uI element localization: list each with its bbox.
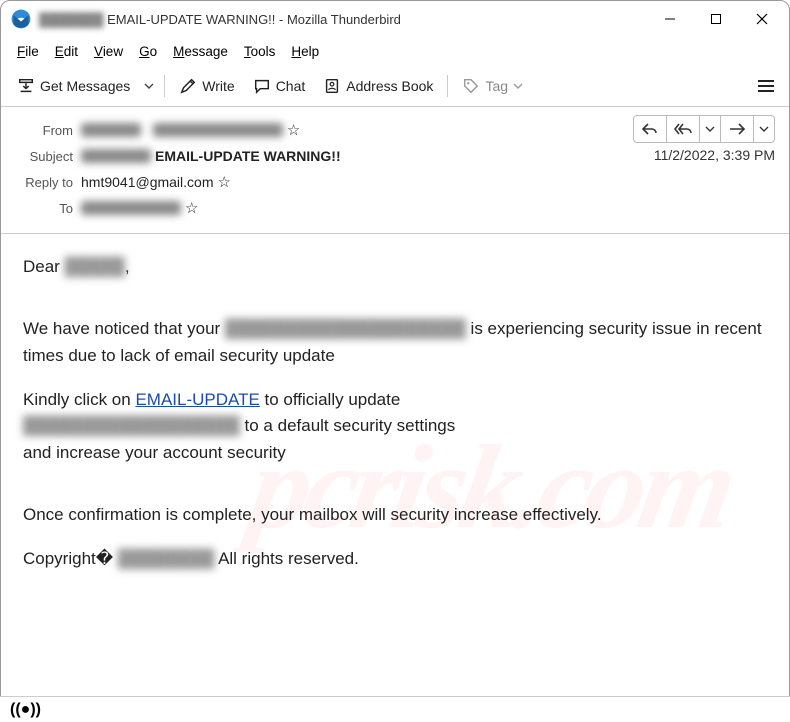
star-icon[interactable]: ☆ [287,121,300,139]
menu-help[interactable]: Help [285,42,325,61]
greeting-line: Dear █████, [23,254,767,280]
pencil-icon [179,77,197,95]
reply-all-dropdown[interactable] [699,115,721,143]
chat-label: Chat [276,78,306,94]
tag-button[interactable]: Tag [454,71,531,101]
menubar: File Edit View Go Message Tools Help [1,37,789,65]
address-book-icon [323,77,341,95]
app-menu-button[interactable] [751,71,781,101]
write-button[interactable]: Write [171,71,242,101]
paragraph-3: Once confirmation is complete, your mail… [23,502,767,528]
reply-button[interactable] [633,115,667,143]
menu-file[interactable]: File [11,42,45,61]
chevron-down-icon [513,83,523,89]
chat-icon [253,77,271,95]
window-title: ███████ EMAIL-UPDATE WARNING!! - Mozilla… [39,12,647,27]
star-icon[interactable]: ☆ [185,199,198,217]
from-label: From [1,123,81,138]
window-titlebar: ███████ EMAIL-UPDATE WARNING!! - Mozilla… [1,1,789,37]
statusbar: ((●)) [0,696,790,722]
to-label: To [1,201,81,216]
toolbar-separator [447,75,448,97]
maximize-button[interactable] [693,3,739,35]
paragraph-2: Kindly click on EMAIL-UPDATE to official… [23,387,767,466]
header-actions [634,115,775,143]
menu-view[interactable]: View [88,42,129,61]
download-icon [17,77,35,95]
forward-button[interactable] [720,115,754,143]
tag-label: Tag [485,78,508,94]
activity-icon[interactable]: ((●)) [10,701,41,719]
paragraph-4: Copyright� ████████ All rights reserved. [23,546,767,572]
menu-go[interactable]: Go [133,42,163,61]
more-actions-dropdown[interactable] [753,115,775,143]
menu-edit[interactable]: Edit [49,42,84,61]
from-value[interactable]: ☆ [81,121,300,139]
reply-to-value[interactable]: hmt9041@gmail.com ☆ [81,173,231,191]
to-value[interactable]: ☆ [81,199,198,217]
address-book-button[interactable]: Address Book [315,71,441,101]
message-date: 11/2/2022, 3:39 PM [654,147,775,163]
toolbar: Get Messages Write Chat Address Book Tag [1,65,789,107]
address-book-label: Address Book [346,78,433,94]
email-update-link[interactable]: EMAIL-UPDATE [135,390,259,409]
app-icon [11,9,31,29]
toolbar-separator [164,75,165,97]
get-messages-button[interactable]: Get Messages [9,71,138,101]
minimize-button[interactable] [647,3,693,35]
message-body: pcrisk.com Dear █████, We have noticed t… [1,234,789,611]
write-label: Write [202,78,234,94]
close-button[interactable] [739,3,785,35]
reply-to-label: Reply to [1,175,81,190]
message-headers: From ☆ Subject EMAIL-UPDATE WARNING!! 11… [1,107,789,234]
get-messages-dropdown[interactable] [140,71,158,101]
menu-message[interactable]: Message [167,42,234,61]
subject-value: EMAIL-UPDATE WARNING!! [81,148,341,164]
star-icon[interactable]: ☆ [218,173,231,191]
reply-all-button[interactable] [666,115,700,143]
menu-tools[interactable]: Tools [238,42,282,61]
chat-button[interactable]: Chat [245,71,314,101]
paragraph-1: We have noticed that your ██████████████… [23,316,767,369]
tag-icon [462,77,480,95]
subject-label: Subject [1,149,81,164]
get-messages-label: Get Messages [40,78,130,94]
